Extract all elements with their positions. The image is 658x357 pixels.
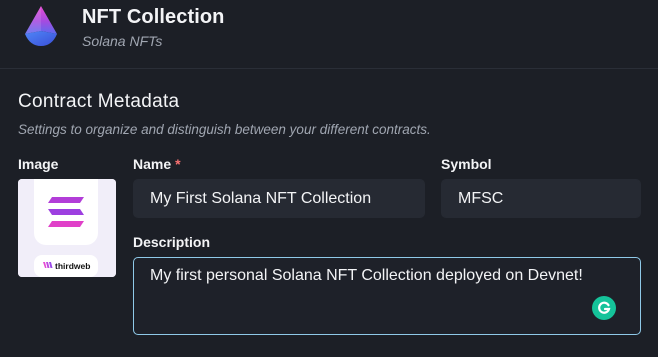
description-textarea[interactable]: My first personal Solana NFT Collection … [133, 257, 641, 335]
description-label: Description [133, 234, 211, 250]
required-marker: * [175, 156, 181, 172]
description-text: My first personal Solana NFT Collection … [150, 267, 583, 284]
section-title: Contract Metadata [18, 91, 180, 112]
name-label: Name * [133, 156, 181, 172]
symbol-input[interactable]: MFSC [441, 179, 641, 218]
app-title: NFT Collection [82, 6, 225, 28]
name-input[interactable]: My First Solana NFT Collection [133, 179, 425, 218]
page-header: NFT Collection Solana NFTs [0, 0, 658, 69]
name-label-text: Name [133, 156, 172, 172]
thirdweb-nft-logo-icon [25, 6, 57, 46]
image-label: Image [18, 156, 59, 172]
app-subtitle: Solana NFTs [82, 33, 163, 49]
thumbnail-brand-text: thirdweb [55, 261, 91, 271]
symbol-label: Symbol [441, 156, 492, 172]
grammarly-icon[interactable] [592, 296, 616, 320]
image-upload[interactable]: thirdweb [18, 179, 116, 277]
section-description: Settings to organize and distinguish bet… [18, 122, 431, 137]
